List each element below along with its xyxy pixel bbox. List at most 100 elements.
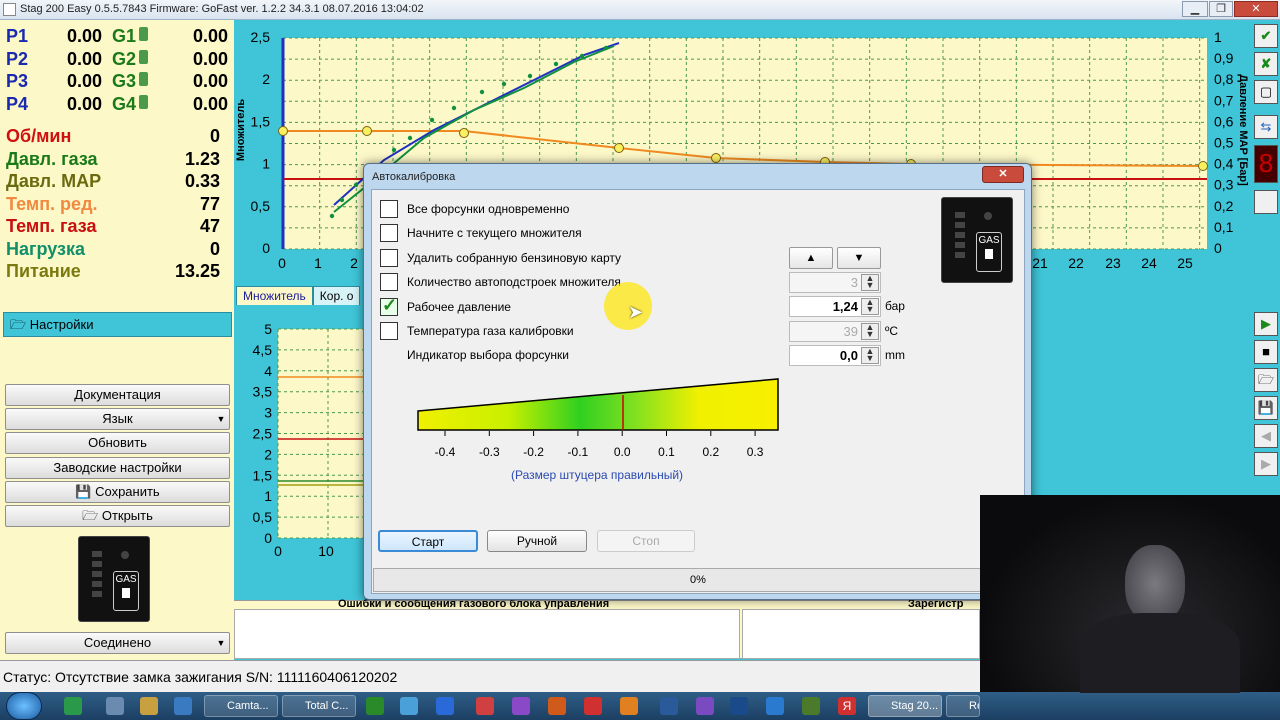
reading-value: 77 — [199, 193, 220, 214]
y-tick-label: 1 — [262, 156, 270, 172]
app-icon[interactable] — [106, 697, 124, 715]
reading-label: Питание — [6, 261, 81, 281]
language-dropdown[interactable]: Язык ▼ — [5, 408, 230, 430]
minimize-button[interactable]: ▁ — [1182, 1, 1208, 17]
connection-dropdown[interactable]: Соединено ▼ — [5, 632, 230, 654]
checkbox[interactable] — [380, 200, 398, 218]
title-bar: Stag 200 Easy 0.5.5.7843 Firmware: GoFas… — [0, 0, 1280, 20]
x-tick-label: 0 — [278, 255, 286, 271]
documentation-button[interactable]: Документация — [5, 384, 230, 406]
start-button[interactable]: Старт — [378, 530, 478, 552]
play-icon[interactable]: ▶ — [1254, 312, 1278, 336]
app-icon[interactable] — [174, 697, 192, 715]
app-icon[interactable] — [400, 697, 418, 715]
messages-panel: Ошибки и сообщения газового блока управл… — [234, 598, 980, 659]
spinner-arrows-icon[interactable]: ▲ ▼ — [861, 274, 879, 291]
tab-multiplier[interactable]: Множитель — [236, 286, 313, 305]
save-button[interactable]: 💾 Сохранить — [5, 481, 230, 503]
move-up-button[interactable]: ▲ — [789, 247, 833, 269]
data-point — [553, 61, 559, 67]
refresh-button[interactable]: Обновить — [5, 432, 230, 454]
app-icon[interactable] — [584, 697, 602, 715]
y-tick-label: 3 — [264, 405, 272, 421]
open-button[interactable]: 🗁 Открыть — [5, 505, 230, 527]
move-down-button[interactable]: ▼ — [837, 247, 881, 269]
chevron-right-icon[interactable]: ▶ — [1254, 452, 1278, 476]
app-icon[interactable] — [512, 697, 530, 715]
firefox-icon[interactable] — [620, 697, 638, 715]
app-icon[interactable] — [366, 697, 384, 715]
stop-icon[interactable]: ■ — [1254, 340, 1278, 364]
tab-correction[interactable]: Кор. о — [312, 286, 361, 305]
blank-icon[interactable] — [1254, 190, 1278, 214]
reading-row: Темп. газа 47 — [6, 216, 220, 239]
map-tick-label: 0,8 — [1214, 71, 1234, 87]
cross-icon[interactable]: ✘ — [1254, 52, 1278, 76]
factory-settings-button[interactable]: Заводские настройки — [5, 457, 230, 479]
scale-tick-label: 0.2 — [702, 445, 719, 459]
app-icon[interactable] — [436, 697, 454, 715]
yandex-icon[interactable]: Я — [838, 697, 856, 715]
reading-label: Давл. газа — [6, 148, 98, 169]
taskbar-total-commander[interactable]: Total C... — [282, 695, 356, 717]
check-icon[interactable]: ✔ — [1254, 24, 1278, 48]
numeric-spinner[interactable]: 1,24 ▲ ▼ — [789, 296, 881, 318]
checkbox[interactable] — [380, 248, 398, 267]
numeric-spinner[interactable]: 0,0 ▲ ▼ — [789, 345, 881, 367]
gas-label: GAS — [115, 574, 137, 585]
folder-open-icon: 🗁 — [82, 508, 102, 523]
injector-icon[interactable]: ⇆ — [1254, 115, 1278, 139]
spinner-arrows-icon[interactable]: ▲ ▼ — [861, 298, 879, 316]
spinner-value: 1,24 — [832, 299, 858, 315]
gas-status-logo: GAS — [941, 197, 1013, 283]
dreamweaver-icon[interactable] — [802, 697, 820, 715]
unit-label: mm — [885, 348, 905, 363]
stop-button[interactable]: Стоп — [597, 530, 695, 552]
y-tick-label: 2 — [262, 71, 270, 87]
dialog-close-button[interactable]: ✕ — [982, 166, 1024, 183]
folder-open-icon[interactable]: 🗁 — [1254, 368, 1278, 392]
photoshop-icon[interactable] — [730, 697, 748, 715]
spinner-arrows-icon[interactable]: ▲ ▼ — [861, 322, 879, 340]
scale-tick-label: 0.1 — [658, 445, 675, 459]
registered-list[interactable] — [742, 609, 980, 659]
manual-button[interactable]: Ручной — [487, 530, 587, 552]
gas-value: 0.00 — [192, 48, 228, 69]
app-icon[interactable] — [548, 697, 566, 715]
numeric-spinner[interactable]: 39 ▲ ▼ — [789, 320, 881, 342]
app-icon[interactable] — [660, 697, 678, 715]
checkbox[interactable] — [380, 322, 398, 340]
gas-level-bar — [92, 591, 102, 597]
floppy-icon[interactable]: 💾 — [1254, 396, 1278, 420]
reading-label: Нагрузка — [6, 238, 86, 259]
nozzle-size-status: (Размер штуцера правильный) — [511, 468, 683, 482]
errors-list[interactable] — [234, 609, 740, 659]
scale-tick-label: -0.3 — [479, 445, 500, 459]
open-label: Открыть — [101, 508, 153, 523]
chevron-left-icon[interactable]: ◀ — [1254, 424, 1278, 448]
gas-label: G2 — [112, 48, 137, 69]
taskbar-stag[interactable]: Stag 20... — [868, 695, 942, 717]
checkbox[interactable] — [380, 273, 398, 292]
app-icon[interactable] — [64, 697, 82, 715]
reading-label: Давл. MAP — [6, 171, 102, 191]
window-icon[interactable]: ▢ — [1254, 80, 1278, 104]
checkbox[interactable] — [380, 224, 398, 243]
taskbar-camtasia[interactable]: Camta... — [204, 695, 278, 717]
viber-icon[interactable] — [696, 697, 714, 715]
x-tick-label: 24 — [1141, 255, 1157, 271]
folder-icon[interactable] — [140, 697, 158, 715]
maximize-button[interactable]: ❐ — [1209, 1, 1233, 17]
checkbox[interactable] — [380, 295, 398, 316]
settings-header[interactable]: 🗁 Настройки — [3, 312, 232, 337]
numeric-spinner[interactable]: 3 ▲ ▼ — [789, 272, 881, 293]
checkbox-label: Начните с текущего множителя — [407, 226, 582, 241]
taskbar-app[interactable]: Re — [946, 695, 980, 717]
windows-start-icon[interactable] — [6, 692, 42, 720]
app-icon[interactable] — [476, 697, 494, 715]
map-tick-label: 0 — [1214, 240, 1222, 256]
map-tick-label: 0,4 — [1214, 156, 1234, 172]
app-icon[interactable] — [766, 697, 784, 715]
spinner-arrows-icon[interactable]: ▲ ▼ — [861, 347, 879, 365]
close-button[interactable]: ✕ — [1234, 1, 1278, 17]
